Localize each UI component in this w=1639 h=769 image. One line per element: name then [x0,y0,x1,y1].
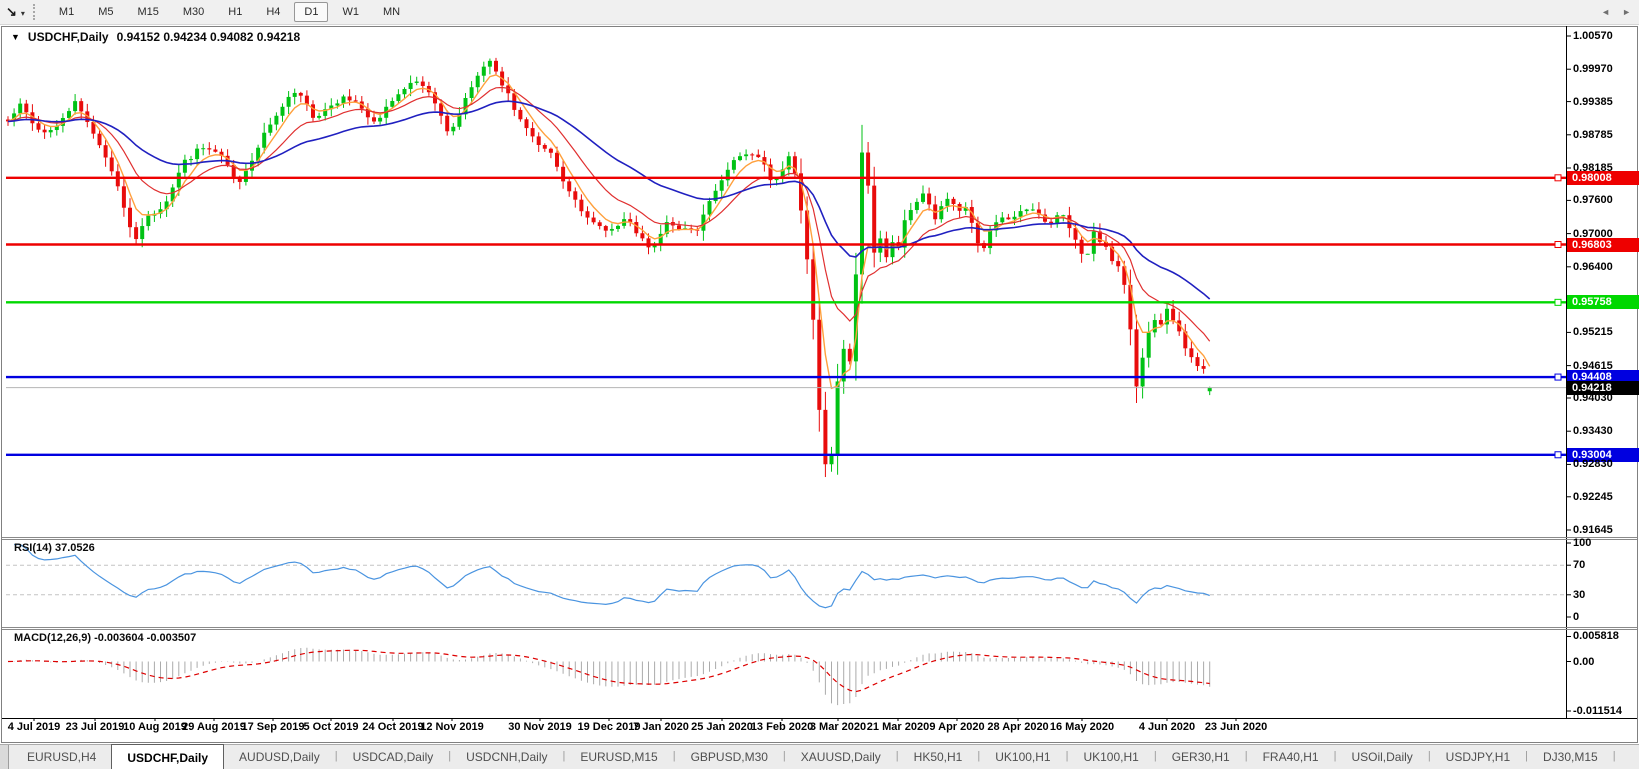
tab-hk50-h1[interactable]: HK50,H1 [899,745,978,769]
chart-ohlc-values: 0.94152 0.94234 0.94082 0.94218 [116,30,301,44]
toolbar-grip[interactable] [32,4,37,20]
macd-indicator-label: MACD(12,26,9) -0.003604 -0.003507 [14,632,197,644]
tab-scroll-left-icon[interactable]: ◄ [1601,7,1610,17]
tabbar-grip[interactable] [0,745,9,769]
cursor-tool-icon[interactable]: ↘ [5,4,18,20]
level-anchor-marker[interactable] [1554,451,1562,459]
tab-gbpusd-m30[interactable]: GBPUSD,M30 [676,745,783,769]
tab-dj30-m15[interactable]: DJ30,M15 [1528,745,1613,769]
tab-usdchf-daily[interactable]: USDCHF,Daily [111,744,225,769]
timeframe-button-m15[interactable]: M15 [127,2,168,22]
chart-canvas[interactable] [0,0,1639,769]
tab-scroll-arrows: ◄ ► [1601,7,1631,17]
tab-usdcnh-daily[interactable]: USDCNH,Daily [451,745,562,769]
level-anchor-marker[interactable] [1554,241,1562,249]
timeframe-button-m5[interactable]: M5 [88,2,123,22]
timeframe-button-d1[interactable]: D1 [294,2,329,22]
symbol-tabbar: EURUSD,H4 USDCHF,Daily AUDUSD,Daily | USDCAD… [0,744,1639,769]
chevron-down-icon[interactable]: ▾ [21,9,25,18]
tab-separator: | [1612,750,1616,762]
tab-usdjpy-h1[interactable]: USDJPY,H1 [1431,745,1525,769]
timeframe-button-mn[interactable]: MN [373,2,410,22]
timeframe-button-h4[interactable]: H4 [256,2,290,22]
tab-ger30-h1[interactable]: GER30,H1 [1157,745,1245,769]
timeframe-buttons: M1 M5 M15 M30 H1 H4 D1 W1 MN [47,2,412,22]
chart-title: ▼ USDCHF,Daily 0.94152 0.94234 0.94082 0… [11,30,300,44]
tab-usoil-daily[interactable]: USOil,Daily [1336,745,1427,769]
timeframe-button-w1[interactable]: W1 [332,2,369,22]
tab-uk100-h1[interactable]: UK100,H1 [1068,745,1153,769]
rsi-indicator-label: RSI(14) 37.0526 [14,542,95,554]
timeframe-button-m1[interactable]: M1 [49,2,84,22]
tab-uk100-h1[interactable]: UK100,H1 [980,745,1065,769]
tab-audusd-daily[interactable]: AUDUSD,Daily [224,745,335,769]
tab-eurusd-m15[interactable]: EURUSD,M15 [565,745,672,769]
trading-platform-window: ↘ ▾ M1 M5 M15 M30 H1 H4 D1 W1 MN ▼ USDCHF,Daily … [0,0,1639,769]
timeframe-button-m30[interactable]: M30 [173,2,214,22]
level-anchor-marker[interactable] [1554,174,1562,182]
chart-symbol-label: USDCHF,Daily [27,30,109,44]
timeframe-button-h1[interactable]: H1 [218,2,252,22]
tab-fra40-h1[interactable]: FRA40,H1 [1248,745,1334,769]
symbol-tabs: EURUSD,H4 USDCHF,Daily AUDUSD,Daily | USDCAD… [12,744,1616,769]
level-anchor-marker[interactable] [1554,373,1562,381]
level-anchor-marker[interactable] [1554,298,1562,306]
tab-eurusd-h4[interactable]: EURUSD,H4 [12,745,111,769]
tab-usdcad-daily[interactable]: USDCAD,Daily [338,745,449,769]
tab-scroll-right-icon[interactable]: ► [1622,7,1631,17]
tab-xauusd-daily[interactable]: XAUUSD,Daily [786,745,896,769]
window-menu-icon[interactable]: ▼ [11,32,20,42]
timeframe-toolbar: ↘ ▾ M1 M5 M15 M30 H1 H4 D1 W1 MN [0,0,1639,25]
